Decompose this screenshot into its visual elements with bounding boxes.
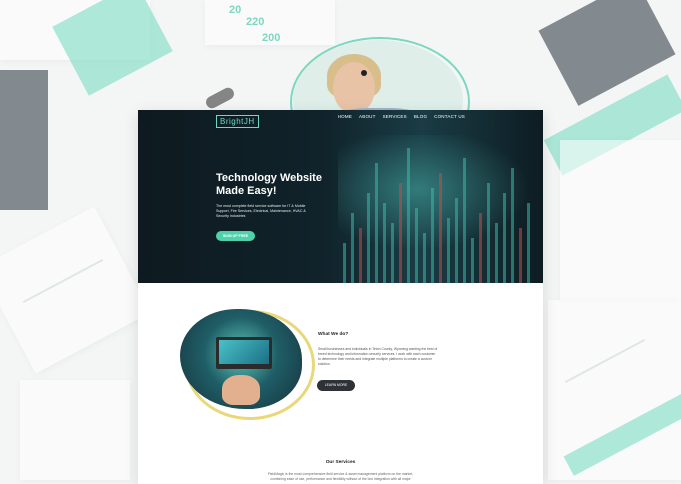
services-title: Our Services: [325, 460, 356, 465]
data-bar: [519, 228, 522, 283]
bg-card: [560, 140, 681, 300]
bg-stat-number: 220: [246, 16, 265, 28]
data-bar: [471, 238, 474, 283]
nav-about[interactable]: ABOUT: [359, 114, 376, 119]
laptop-screen: [219, 340, 269, 364]
website-mockup: BrightJH HOME ABOUT SERVICES BLOG CONTAC…: [138, 110, 543, 484]
hero-title: Technology Website Made Easy!: [216, 172, 322, 197]
learn-more-button[interactable]: LEARN MORE: [317, 380, 355, 391]
services-description: FieldMagic is the most comprehensive fie…: [267, 472, 414, 481]
data-bar: [367, 193, 370, 283]
headset-icon: [361, 70, 367, 76]
data-bar: [447, 218, 450, 283]
data-bar: [479, 213, 482, 283]
data-bar: [511, 168, 514, 283]
about-description: Small businesses and individuals in Teto…: [318, 347, 438, 366]
bg-stat-number: 20: [229, 4, 242, 16]
bg-dark-panel: [0, 70, 48, 210]
data-bar: [415, 208, 418, 283]
about-title: What We do?: [318, 332, 349, 337]
data-bar: [375, 163, 378, 283]
bg-card: [0, 206, 151, 374]
hand-graphic: [222, 375, 260, 405]
data-bar: [463, 158, 466, 283]
bg-card: [20, 380, 130, 480]
person-face: [333, 62, 375, 114]
data-bar: [423, 233, 426, 283]
bg-stat-number: 200: [262, 32, 281, 44]
data-bar: [391, 223, 394, 283]
nav-contact[interactable]: CONTACT US: [434, 114, 465, 119]
data-bar: [487, 183, 490, 283]
main-nav: HOME ABOUT SERVICES BLOG CONTACT US: [338, 114, 465, 119]
data-bar: [359, 228, 362, 283]
data-bar: [527, 203, 530, 283]
data-bar: [351, 213, 354, 283]
hero-description: The most complete field service software…: [216, 204, 306, 218]
nav-blog[interactable]: BLOG: [414, 114, 427, 119]
data-bar: [407, 148, 410, 283]
signup-button[interactable]: SIGN UP FREE: [216, 231, 255, 241]
data-bar: [343, 243, 346, 283]
data-bar: [383, 203, 386, 283]
data-bar: [495, 223, 498, 283]
site-logo[interactable]: BrightJH: [216, 115, 259, 128]
data-bar: [455, 198, 458, 283]
hero-section: BrightJH HOME ABOUT SERVICES BLOG CONTAC…: [138, 110, 543, 283]
nav-home[interactable]: HOME: [338, 114, 352, 119]
bg-button: [203, 85, 237, 111]
nav-services[interactable]: SERVICES: [383, 114, 407, 119]
data-bar: [503, 193, 506, 283]
laptop-graphic: [216, 337, 272, 369]
data-bar: [439, 173, 442, 283]
data-bar: [431, 188, 434, 283]
data-bar: [399, 183, 402, 283]
